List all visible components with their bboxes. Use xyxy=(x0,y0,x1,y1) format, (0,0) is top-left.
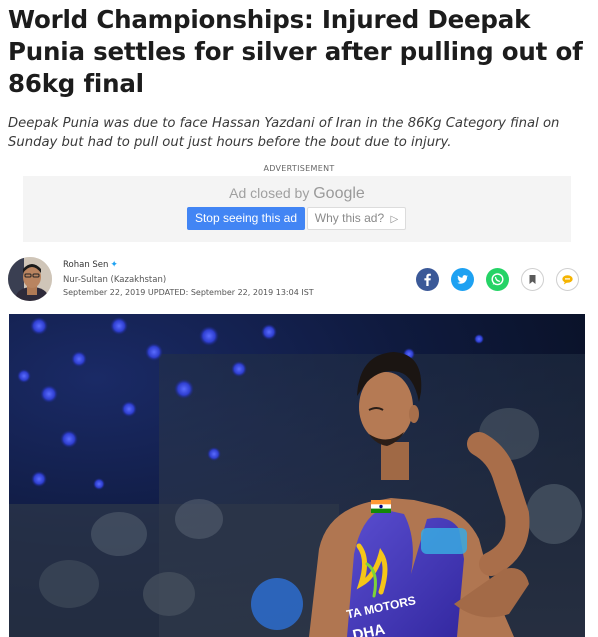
twitter-share-button[interactable] xyxy=(451,268,474,291)
author-avatar[interactable] xyxy=(8,257,52,301)
article-photo: TA MOTORS DHA xyxy=(9,314,585,637)
twitter-icon xyxy=(457,275,468,284)
why-this-ad-label: Why this ad? xyxy=(314,211,385,225)
location: Nur-Sultan (Kazakhstan) xyxy=(63,275,167,285)
author-name[interactable]: Rohan Sen ✦ xyxy=(63,260,118,270)
bookmark-icon xyxy=(529,275,536,284)
stop-seeing-ad-button[interactable]: Stop seeing this ad xyxy=(187,207,305,230)
article-summary: Deepak Punia was due to face Hassan Yazd… xyxy=(8,116,560,150)
bookmark-button[interactable] xyxy=(521,268,544,291)
facebook-icon xyxy=(424,273,431,286)
dateline: September 22, 2019 UPDATED: September 22… xyxy=(63,288,314,297)
wrestler-photo: TA MOTORS DHA xyxy=(9,314,585,637)
ad-closed-text: Ad closed by xyxy=(229,185,310,201)
ad-label: ADVERTISEMENT xyxy=(263,164,335,173)
comment-icon xyxy=(562,275,573,285)
why-this-ad-button[interactable]: Why this ad? ▷ xyxy=(307,207,406,230)
google-logo: Google xyxy=(313,185,365,202)
headline: World Championships: Injured Deepak Puni… xyxy=(8,5,583,98)
ad-container: Ad closed by Google Stop seeing this ad … xyxy=(23,176,571,242)
adchoices-icon: ▷ xyxy=(390,214,399,225)
author-name-text: Rohan Sen xyxy=(63,260,109,270)
twitter-icon[interactable]: ✦ xyxy=(110,260,118,270)
facebook-share-button[interactable] xyxy=(416,268,439,291)
avatar-photo xyxy=(8,257,52,301)
comment-button[interactable] xyxy=(556,268,579,291)
whatsapp-share-button[interactable] xyxy=(486,268,509,291)
whatsapp-icon xyxy=(491,273,504,286)
ad-closed-message: Ad closed by Google xyxy=(23,185,571,203)
